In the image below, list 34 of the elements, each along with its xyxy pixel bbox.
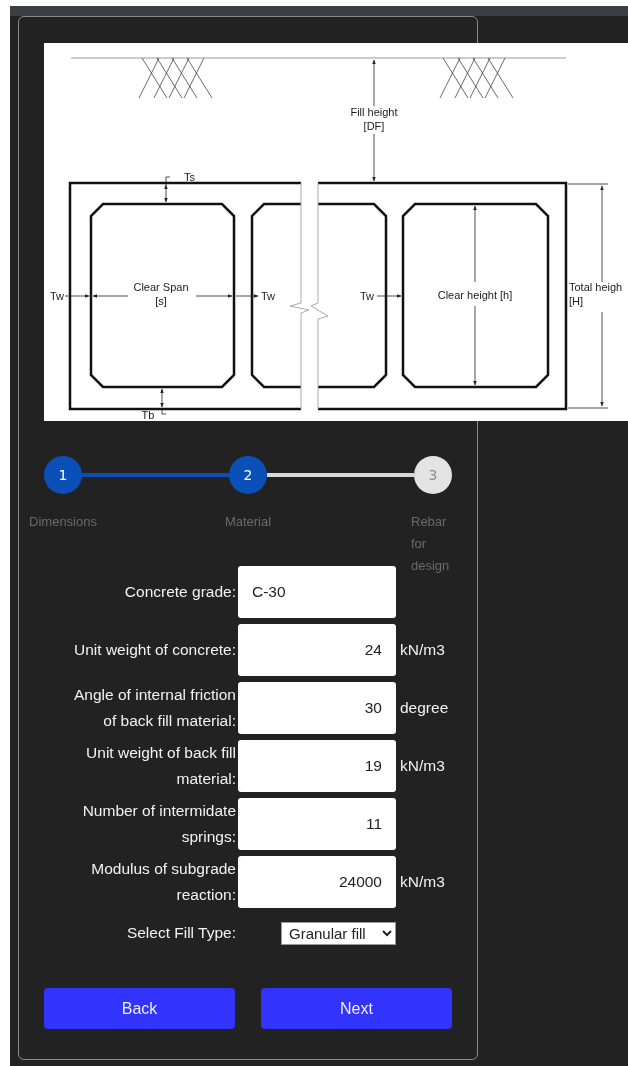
diagram-label: Tb <box>141 409 155 421</box>
field-label: Concrete grade: <box>124 582 236 602</box>
step-circle[interactable]: 1 <box>44 456 82 494</box>
fill-type-select[interactable]: Granular fill <box>281 921 396 945</box>
step-label: Material <box>224 513 272 531</box>
unit-label: degree <box>399 699 450 717</box>
unit-label: kN/m3 <box>399 641 446 659</box>
next-button[interactable]: Next <box>261 988 452 1029</box>
input-field[interactable]: 11 <box>238 798 396 850</box>
input-field[interactable]: C-30 <box>238 566 396 618</box>
diagram-label: Clear Span [s] <box>133 281 189 307</box>
step-label: Rebar for design <box>411 513 451 575</box>
diagram-label: Tw <box>260 290 276 302</box>
field-label: Angle of internal friction of back fill material: <box>73 685 236 731</box>
input-field[interactable]: 24 <box>238 624 396 676</box>
field-label: Number of intermidate springs: <box>81 801 236 847</box>
unit-label: kN/m3 <box>399 757 446 775</box>
diagram-label: Clear height [h] <box>437 289 513 301</box>
input-field[interactable]: 30 <box>238 682 396 734</box>
field-label: Unit weight of back fill material: <box>85 743 236 789</box>
diagram-label: Tw <box>49 290 65 302</box>
field-label: Unit weight of concrete: <box>74 640 236 660</box>
input-field[interactable]: 24000 <box>238 856 396 908</box>
field-label: Modulus of subgrade reaction: <box>90 859 236 905</box>
diagram-label: Ts <box>184 171 195 183</box>
input-field[interactable]: 19 <box>238 740 396 792</box>
unit-label: kN/m3 <box>399 873 446 891</box>
step-label: Dimensions <box>29 513 97 531</box>
back-button[interactable]: Back <box>44 988 235 1029</box>
step-circle[interactable]: 2 <box>229 456 267 494</box>
field-label: Select Fill Type: <box>126 923 236 943</box>
diagram-label: Tw <box>359 290 375 302</box>
diagram-label: Total heigh [H] <box>569 281 623 307</box>
diagram-label: Fill height [DF] <box>350 106 398 132</box>
